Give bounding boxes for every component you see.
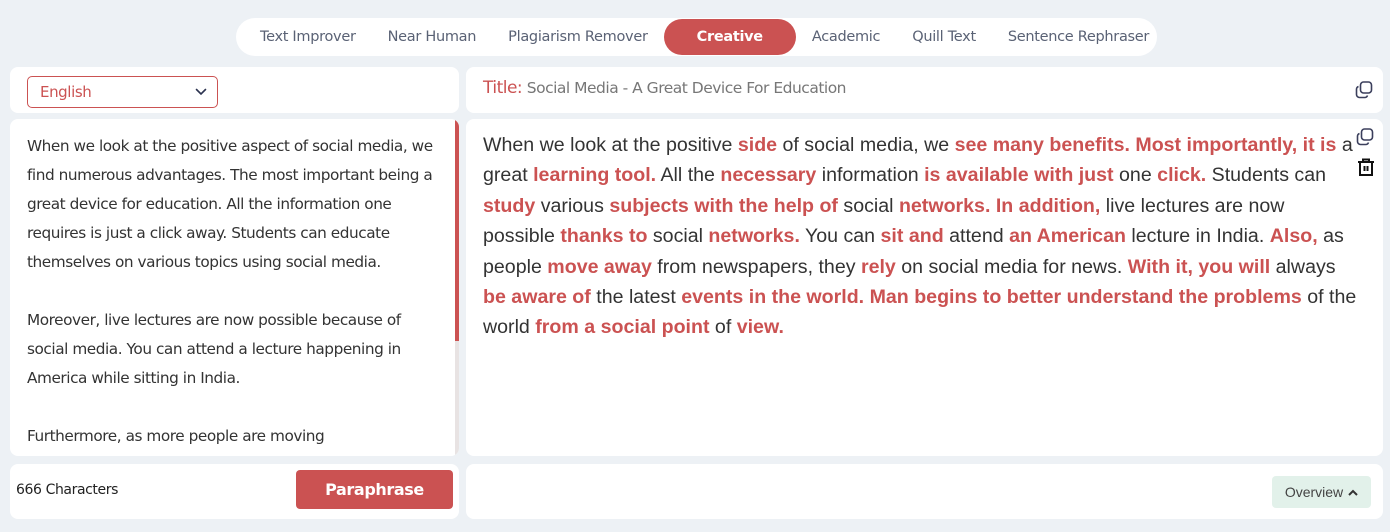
unchanged-text: always — [1270, 255, 1336, 278]
unchanged-text: the latest — [590, 286, 682, 309]
tab-quill-text[interactable]: Quill Text — [896, 19, 992, 55]
trash-icon — [1358, 158, 1374, 176]
changed-phrase[interactable]: side — [738, 134, 777, 156]
copy-output-button[interactable] — [1355, 127, 1375, 147]
unchanged-text: You can — [799, 225, 881, 248]
changed-phrase[interactable]: thanks to — [560, 225, 647, 247]
scrollbar-thumb[interactable] — [455, 119, 459, 341]
input-paragraph: When we look at the positive aspect of s… — [27, 137, 433, 271]
unchanged-text: All the — [656, 164, 721, 187]
delete-output-button[interactable] — [1356, 157, 1376, 177]
changed-phrase[interactable]: view. — [737, 316, 784, 338]
chevron-down-icon — [195, 88, 207, 96]
input-textarea[interactable]: When we look at the positive aspect of s… — [27, 132, 439, 456]
copy-icon — [1355, 81, 1373, 99]
title-row: Title: Social Media - A Great Device For… — [483, 78, 847, 98]
input-panel[interactable]: When we look at the positive aspect of s… — [10, 119, 459, 456]
changed-phrase[interactable]: With it, you will — [1128, 256, 1270, 278]
unchanged-text: on social media for news. — [895, 255, 1128, 278]
tab-near-human[interactable]: Near Human — [372, 19, 493, 55]
changed-phrase[interactable]: networks. In addition, — [899, 195, 1100, 217]
changed-phrase[interactable]: study — [483, 195, 535, 217]
unchanged-text: of social media, we — [777, 134, 955, 156]
changed-phrase[interactable]: necessary — [720, 164, 816, 186]
input-paragraph: Furthermore, as more people are moving — [27, 427, 325, 445]
changed-phrase[interactable]: sit and — [881, 225, 944, 247]
changed-phrase[interactable]: subjects with the help of — [609, 195, 838, 217]
title-panel: Title: Social Media - A Great Device For… — [466, 67, 1383, 113]
unchanged-text: Students can — [1206, 164, 1327, 187]
unchanged-text: one — [1113, 164, 1158, 187]
character-count: 666 Characters — [16, 482, 118, 498]
unchanged-text: social — [837, 194, 899, 217]
output-panel: When we look at the positive side of soc… — [466, 119, 1383, 456]
unchanged-text: of — [709, 316, 737, 339]
tab-creative[interactable]: Creative — [663, 19, 796, 55]
output-text: When we look at the positive side of soc… — [483, 130, 1361, 343]
changed-phrase[interactable]: is available with just — [924, 164, 1113, 186]
changed-phrase[interactable]: click. — [1157, 164, 1206, 186]
copy-icon — [1356, 128, 1374, 146]
unchanged-text: When we look at the positive — [483, 134, 738, 156]
overview-button[interactable]: Overview — [1272, 476, 1371, 508]
changed-phrase[interactable]: networks. — [708, 225, 799, 247]
unchanged-text: information — [816, 164, 925, 187]
title-label: Title: — [483, 78, 523, 98]
changed-phrase[interactable]: learning tool. — [533, 164, 656, 186]
tab-plagiarism-remover[interactable]: Plagiarism Remover — [492, 19, 663, 55]
changed-phrase[interactable]: Also, — [1270, 225, 1318, 247]
title-text: Social Media - A Great Device For Educat… — [526, 79, 847, 97]
unchanged-text: from newspapers, they — [651, 255, 861, 278]
tab-academic[interactable]: Academic — [796, 19, 896, 55]
input-scrollbar[interactable] — [455, 119, 459, 456]
tab-sentence-rephraser[interactable]: Sentence Rephraser — [992, 19, 1165, 55]
input-paragraph: Moreover, live lectures are now possible… — [27, 311, 401, 387]
language-select[interactable]: English — [27, 76, 218, 108]
language-value: English — [40, 83, 92, 101]
overview-label: Overview — [1284, 484, 1344, 500]
input-footer: 666 Characters Paraphrase — [10, 464, 459, 519]
changed-phrase[interactable]: see many benefits. Most importantly, it … — [955, 134, 1337, 156]
copy-title-button[interactable] — [1354, 80, 1374, 100]
unchanged-text: lecture in India. — [1125, 225, 1270, 248]
changed-phrase[interactable]: be aware of — [483, 286, 591, 308]
unchanged-text: various — [535, 194, 610, 217]
unchanged-text: social — [647, 225, 709, 248]
mode-tabs: Text Improver Near Human Plagiarism Remo… — [236, 18, 1157, 56]
changed-phrase[interactable]: move away — [547, 256, 652, 278]
changed-phrase[interactable]: rely — [861, 256, 896, 278]
chevron-up-icon — [1348, 489, 1358, 496]
paraphrase-button[interactable]: Paraphrase — [296, 470, 453, 509]
output-footer: Overview — [466, 464, 1383, 519]
language-panel: English — [10, 67, 459, 113]
tab-text-improver[interactable]: Text Improver — [244, 19, 372, 55]
unchanged-text: attend — [943, 225, 1010, 248]
changed-phrase[interactable]: from a social point — [535, 316, 709, 338]
changed-phrase[interactable]: events in the world. Man begins to bette… — [681, 286, 1302, 308]
changed-phrase[interactable]: an American — [1009, 225, 1126, 247]
